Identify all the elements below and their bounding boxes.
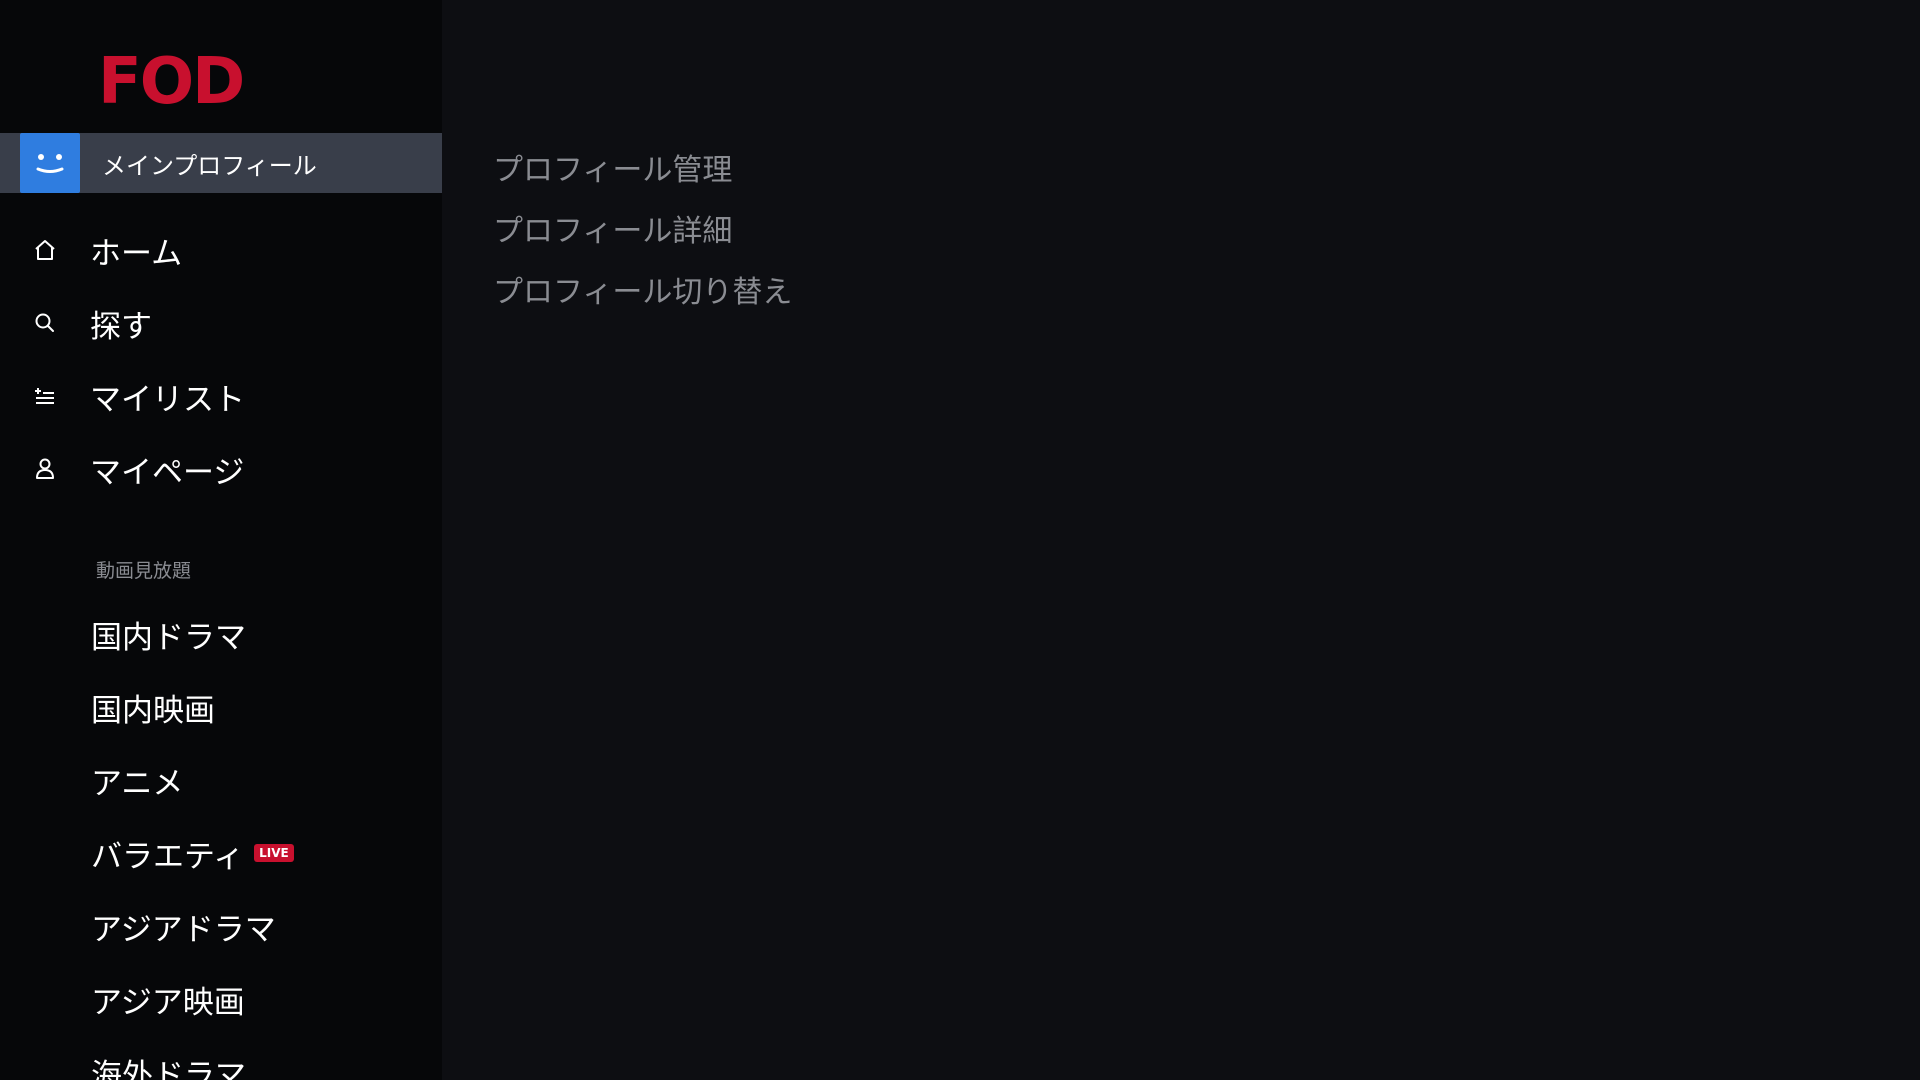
- nav-label-home: ホーム: [90, 235, 183, 272]
- category-label: アニメ: [91, 765, 184, 802]
- nav-label-mylist: マイリスト: [90, 381, 245, 418]
- fod-logo: FOD: [98, 45, 245, 119]
- category-item[interactable]: アニメ: [91, 750, 183, 810]
- category-label: 国内ドラマ: [91, 619, 246, 656]
- category-item[interactable]: 海外ドラマ: [91, 1042, 246, 1080]
- section-header-unlimited: 動画見放題: [96, 560, 192, 582]
- nav-item-mypage[interactable]: マイページ: [0, 439, 442, 499]
- menu-item-profile-switch[interactable]: プロフィール切り替え: [493, 267, 792, 311]
- home-icon: [31, 236, 59, 264]
- category-item[interactable]: 国内ドラマ: [91, 604, 246, 664]
- nav-item-home[interactable]: ホーム: [0, 220, 442, 280]
- category-label: 国内映画: [91, 692, 215, 729]
- profile-selector[interactable]: メインプロフィール: [0, 133, 442, 193]
- profile-name: メインプロフィール: [102, 151, 317, 180]
- add-list-icon: [31, 382, 59, 410]
- menu-item-profile-manage[interactable]: プロフィール管理: [493, 145, 732, 189]
- person-icon: [31, 455, 59, 483]
- sidebar: FOD メインプロフィール ホーム 探す マイリスト マイページ 動画見放題 国…: [0, 0, 442, 1080]
- category-item[interactable]: バラエティ LIVE: [91, 823, 294, 883]
- live-badge: LIVE: [254, 844, 294, 862]
- category-label: バラエティ: [91, 838, 245, 875]
- search-icon: [31, 309, 59, 337]
- category-item[interactable]: 国内映画: [91, 677, 215, 737]
- smiley-face-icon: [20, 133, 80, 193]
- nav-item-mylist[interactable]: マイリスト: [0, 366, 442, 426]
- category-item[interactable]: アジアドラマ: [91, 896, 276, 956]
- category-item[interactable]: アジア映画: [91, 969, 245, 1029]
- nav-label-mypage: マイページ: [90, 454, 245, 491]
- menu-item-profile-details[interactable]: プロフィール詳細: [493, 206, 732, 250]
- nav-item-search[interactable]: 探す: [0, 293, 442, 353]
- category-label: アジア映画: [91, 984, 245, 1021]
- nav-label-search: 探す: [90, 308, 152, 345]
- category-label: 海外ドラマ: [91, 1057, 246, 1080]
- category-label: アジアドラマ: [91, 911, 276, 948]
